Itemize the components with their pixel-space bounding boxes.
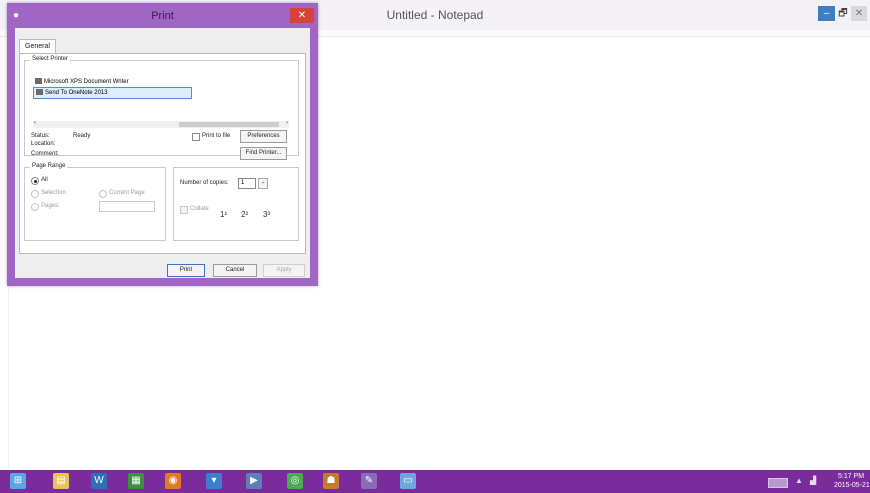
file-explorer-icon[interactable]: ▤ <box>53 473 69 489</box>
current-page-radio[interactable] <box>99 190 107 198</box>
copies-spinner[interactable]: ÷ <box>258 178 268 189</box>
printer-list-scrollbar[interactable]: ‹ › <box>33 120 289 128</box>
general-tab-panel: Select Printer Microsoft XPS Document Wr… <box>19 53 306 254</box>
scroll-left-icon[interactable]: ‹ <box>34 120 36 126</box>
copies-input[interactable]: 1 <box>238 178 256 189</box>
printer-item-xps[interactable]: Microsoft XPS Document Writer <box>33 77 129 87</box>
printer-icon <box>36 89 43 96</box>
tab-general[interactable]: General <box>19 39 56 54</box>
download-icon[interactable]: ▾ <box>206 473 222 489</box>
media-icon[interactable]: ▶ <box>246 473 262 489</box>
select-printer-group: Select Printer Microsoft XPS Document Wr… <box>24 56 299 160</box>
preferences-button[interactable]: Preferences <box>240 130 287 143</box>
print-button[interactable]: Print <box>167 264 205 277</box>
keyboard-icon[interactable] <box>768 478 788 488</box>
cancel-button[interactable]: Cancel <box>213 264 257 277</box>
start-windows-icon[interactable]: ⊞ <box>10 473 26 489</box>
notepad-icon[interactable]: ▭ <box>400 473 416 489</box>
tray-overflow-icon[interactable]: ▲ <box>795 476 803 485</box>
print-to-file-label: Print to file <box>202 133 231 139</box>
printer-icon <box>35 78 42 85</box>
page-range-group: Page Range All Selection Current Page Pa… <box>24 163 166 241</box>
restore-button[interactable]: 🗗 <box>836 6 850 21</box>
apply-button[interactable]: Apply <box>263 264 305 277</box>
taskbar: ⊞ ▤ W ▦ ◉ ▾ ▶ ◎ ☗ ✎ ▭ ▲ ▟ 5:17 PM 2015-05-21 <box>0 470 870 493</box>
minimize-button[interactable]: – <box>818 6 835 21</box>
location-label: Location: <box>31 141 56 147</box>
collate-page-2-icon: 2² <box>241 210 249 219</box>
clock-date[interactable]: 2015-05-21 <box>834 482 870 489</box>
scrollbar-thumb[interactable] <box>179 122 279 127</box>
all-pages-label: All <box>41 177 48 183</box>
comment-label: Comment: <box>31 151 59 157</box>
collate-page-3-icon: 3³ <box>263 210 271 219</box>
print-dialog: ● Print ✕ General Select Printer Microso… <box>7 3 318 286</box>
clock-time[interactable]: 5:17 PM <box>838 473 864 480</box>
status-value: Ready <box>73 133 91 139</box>
current-page-label: Current Page <box>109 190 145 196</box>
selection-radio[interactable] <box>31 190 39 198</box>
find-printer-button[interactable]: Find Printer... <box>240 147 287 160</box>
scroll-right-icon[interactable]: › <box>286 120 288 126</box>
word-icon[interactable]: W <box>91 473 107 489</box>
printer-name: Send To OneNote 2013 <box>45 90 108 96</box>
pages-label: Pages: <box>41 203 60 209</box>
collate-page-1-icon: 1¹ <box>220 210 228 219</box>
close-button[interactable]: ✕ <box>851 6 867 21</box>
dialog-close-button[interactable]: ✕ <box>290 8 314 23</box>
copies-group: Number of copies: 1 ÷ Collate 1¹ 2² 3³ <box>173 167 299 241</box>
printer-list: Microsoft XPS Document Writer Send To On… <box>33 75 289 119</box>
network-icon[interactable]: ▟ <box>810 476 816 485</box>
chrome-icon[interactable]: ◎ <box>287 473 303 489</box>
page-range-label: Page Range <box>30 163 68 169</box>
collate-label: Collate <box>190 206 209 212</box>
network-app-icon[interactable]: ☗ <box>323 473 339 489</box>
app-tiles-icon[interactable]: ▦ <box>128 473 144 489</box>
selection-label: Selection <box>41 190 66 196</box>
status-label: Status: <box>31 133 50 139</box>
firefox-icon[interactable]: ◉ <box>165 473 181 489</box>
paint-icon[interactable]: ✎ <box>361 473 377 489</box>
select-printer-label: Select Printer <box>30 56 71 62</box>
all-pages-radio[interactable] <box>31 177 39 185</box>
print-to-file-checkbox[interactable] <box>192 133 200 141</box>
pages-radio[interactable] <box>31 203 39 211</box>
printer-item-onenote[interactable]: Send To OneNote 2013 <box>33 87 192 99</box>
copies-label: Number of copies: <box>180 180 229 186</box>
dialog-title: Print <box>151 10 174 22</box>
collate-checkbox[interactable] <box>180 206 188 214</box>
pages-input[interactable] <box>99 201 155 212</box>
dialog-body: General Select Printer Microsoft XPS Doc… <box>15 28 310 278</box>
printer-name: Microsoft XPS Document Writer <box>44 79 129 85</box>
